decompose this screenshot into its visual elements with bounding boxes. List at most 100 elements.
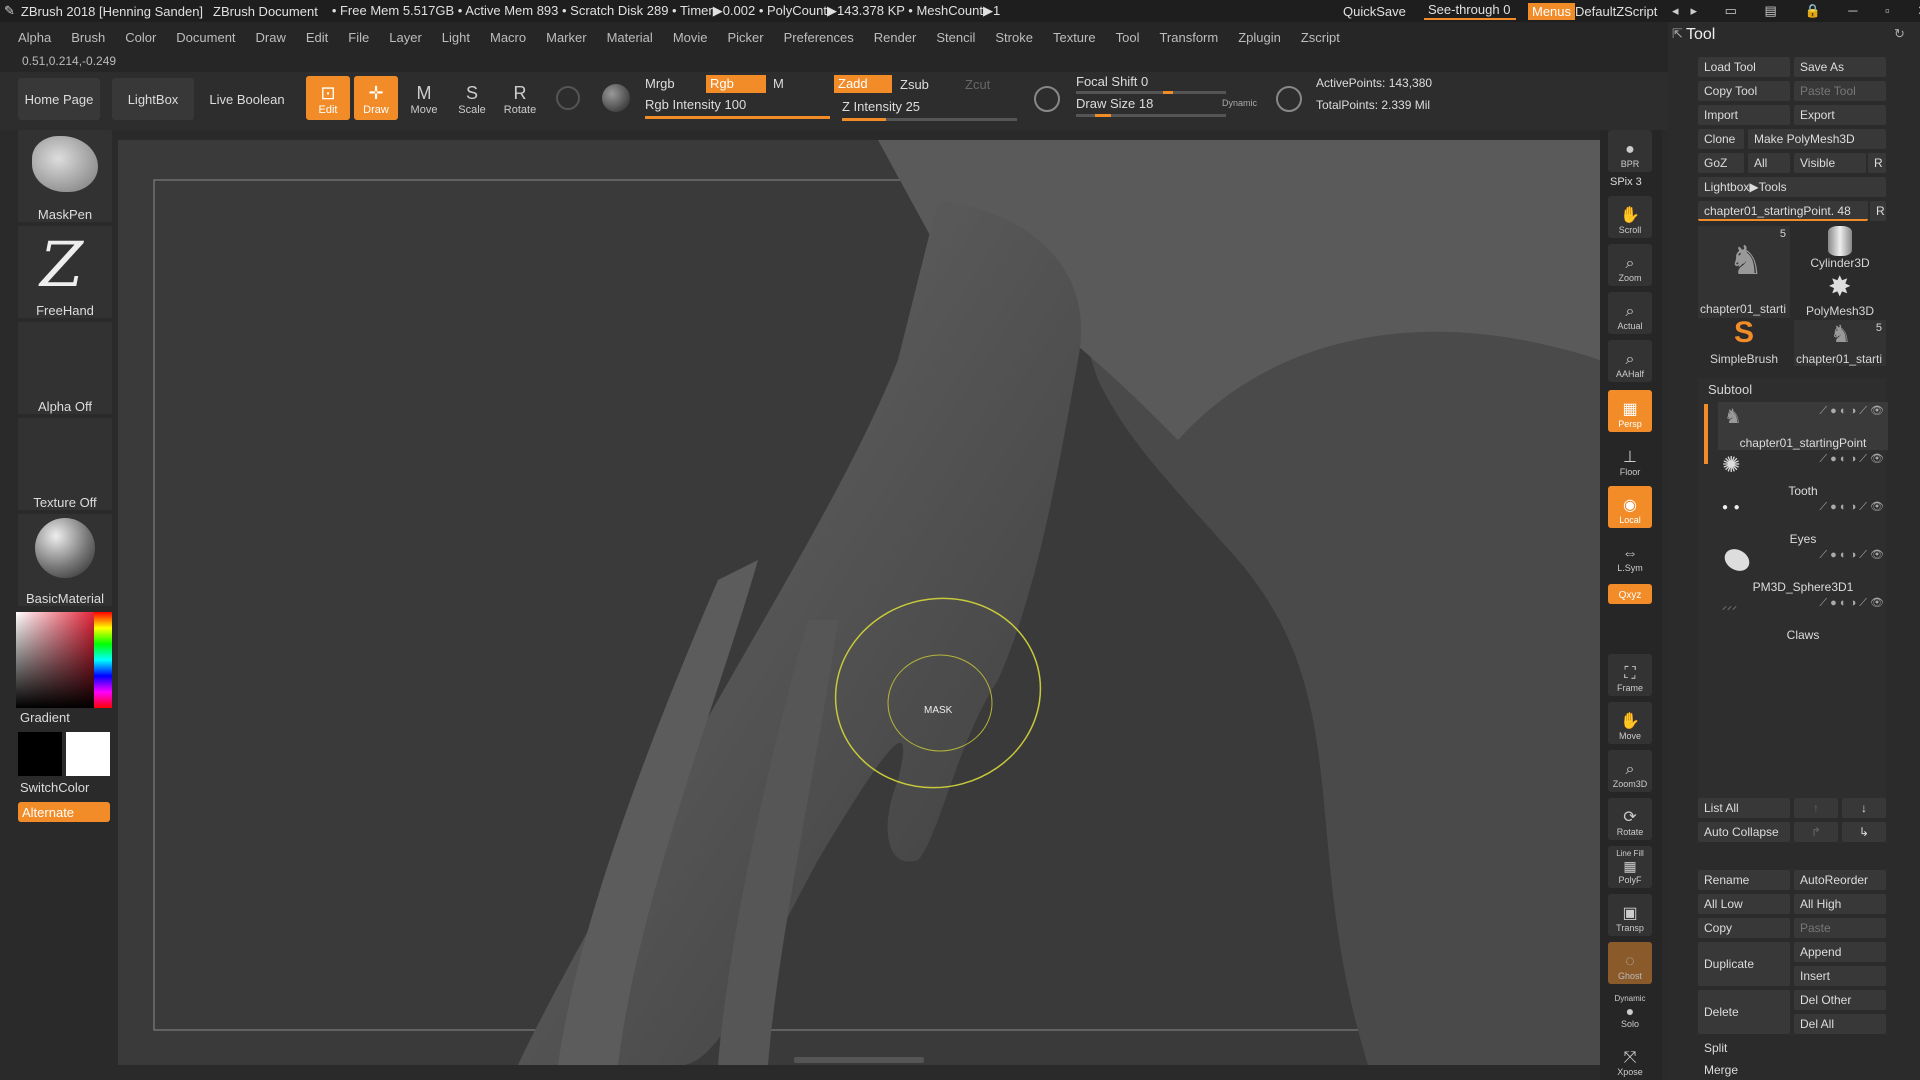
current-tool-slider[interactable]: chapter01_startingPoint. 48: [1698, 201, 1868, 221]
move-up-arrow-icon[interactable]: ↑: [1794, 798, 1838, 818]
menu-color[interactable]: Color: [115, 30, 166, 45]
subtool-toggles[interactable]: ⟋ ● ◐ ◑ ⟋ 👁: [1819, 500, 1884, 514]
rotate-view-button[interactable]: ⟳ Rotate: [1608, 798, 1652, 840]
tool-thumb-chapter01[interactable]: ♞ 5 chapter01_starti: [1698, 226, 1790, 318]
delete-button[interactable]: Delete: [1698, 990, 1790, 1034]
tool-palette-title[interactable]: Tool: [1686, 26, 1715, 44]
make-polymesh3d-button[interactable]: Make PolyMesh3D: [1748, 129, 1886, 149]
load-tool-button[interactable]: Load Tool: [1698, 57, 1790, 77]
subtool-item[interactable]: ● ● ⟋ ● ◐ ◑ ⟋ 👁 Eyes: [1718, 498, 1888, 546]
xyz-button[interactable]: Qxyz: [1608, 584, 1652, 604]
zcut-button[interactable]: Zcut: [965, 77, 990, 92]
export-button[interactable]: Export: [1794, 105, 1886, 125]
z-intensity-slider[interactable]: Z Intensity 25: [842, 99, 920, 114]
tool-thumb-cylinder3d[interactable]: Cylinder3D: [1794, 226, 1886, 270]
menu-layer[interactable]: Layer: [379, 30, 432, 45]
seethrough-slider[interactable]: See-through 0: [1424, 2, 1516, 20]
menu-material[interactable]: Material: [597, 30, 663, 45]
arrow-right-icon[interactable]: ↱: [1794, 822, 1838, 842]
transp-button[interactable]: ▣ Transp: [1608, 894, 1652, 936]
arrow-right-down-icon[interactable]: ↳: [1842, 822, 1886, 842]
subtool-toggles[interactable]: ⟋ ● ◐ ◑ ⟋ 👁: [1819, 548, 1884, 562]
split-button[interactable]: Split: [1698, 1038, 1886, 1058]
clone-button[interactable]: Clone: [1698, 129, 1744, 149]
menus-toggle[interactable]: Menus: [1528, 2, 1576, 20]
goz-visible-button[interactable]: Visible: [1794, 153, 1866, 173]
home-page-button[interactable]: Home Page: [18, 78, 100, 120]
draw-mode-button[interactable]: ✛ Draw: [354, 76, 398, 120]
menu-zplugin[interactable]: Zplugin: [1228, 30, 1291, 45]
material-sphere-icon[interactable]: [602, 84, 630, 112]
alpha-selector[interactable]: Alpha Off: [18, 322, 112, 414]
switchcolor-button[interactable]: SwitchColor: [20, 780, 89, 795]
menu-movie[interactable]: Movie: [663, 30, 718, 45]
move-mode-button[interactable]: M Move: [402, 76, 446, 120]
quicksave-button[interactable]: QuickSave: [1343, 4, 1406, 19]
del-other-button[interactable]: Del Other: [1794, 990, 1886, 1010]
menu-alpha[interactable]: Alpha: [0, 30, 61, 45]
menu-brush[interactable]: Brush: [61, 30, 115, 45]
focal-shift-track[interactable]: [1076, 91, 1226, 94]
canvas-viewport[interactable]: MASK: [118, 140, 1600, 1065]
default-zscript-button[interactable]: DefaultZScript: [1575, 4, 1657, 19]
del-all-button[interactable]: Del All: [1794, 1014, 1886, 1034]
subtool-item[interactable]: ⟋ ● ◐ ◑ ⟋ 👁 PM3D_Sphere3D1: [1718, 544, 1888, 594]
solo-button[interactable]: Dynamic ● Solo: [1608, 990, 1652, 1032]
tool-thumb-simplebrush[interactable]: S SimpleBrush: [1698, 316, 1790, 366]
all-low-button[interactable]: All Low: [1698, 894, 1790, 914]
move-view-button[interactable]: ✋ Move: [1608, 702, 1652, 744]
gradient-label[interactable]: Gradient: [20, 710, 70, 725]
aahalf-button[interactable]: ⌕ AAHalf: [1608, 340, 1652, 382]
lsym-button[interactable]: ⇔ L.Sym: [1608, 534, 1652, 576]
rgb-button[interactable]: Rgb: [706, 75, 766, 93]
sculpt-canvas[interactable]: MASK: [118, 140, 1600, 1065]
autoreorder-button[interactable]: AutoReorder: [1794, 870, 1886, 890]
sphere-toggle-icon[interactable]: [556, 86, 580, 110]
color-picker[interactable]: [16, 612, 112, 708]
zoom3d-button[interactable]: ⌕ Zoom3D: [1608, 750, 1652, 792]
palette-pin-icon[interactable]: ⇱: [1672, 26, 1683, 42]
alternate-button[interactable]: Alternate: [18, 802, 110, 822]
dynamic-toggle[interactable]: Dynamic: [1222, 98, 1257, 108]
menu-picker[interactable]: Picker: [718, 30, 774, 45]
local-button[interactable]: ◉ Local: [1608, 486, 1652, 528]
save-as-button[interactable]: Save As: [1794, 57, 1886, 77]
frame-button[interactable]: ⛶ Frame: [1608, 654, 1652, 696]
menu-render[interactable]: Render: [864, 30, 927, 45]
menu-light[interactable]: Light: [432, 30, 480, 45]
copy-tool-button[interactable]: Copy Tool: [1698, 81, 1790, 101]
subtool-toggles[interactable]: ⟋ ● ◐ ◑ ⟋ 👁: [1819, 404, 1884, 418]
scale-mode-button[interactable]: S Scale: [450, 76, 494, 120]
scroll-button[interactable]: ✋ Scroll: [1608, 196, 1652, 238]
rgb-intensity-slider[interactable]: Rgb Intensity 100: [645, 97, 746, 112]
menu-edit[interactable]: Edit: [296, 30, 338, 45]
append-button[interactable]: Append: [1794, 942, 1886, 962]
move-down-arrow-icon[interactable]: ↓: [1842, 798, 1886, 818]
menu-macro[interactable]: Macro: [480, 30, 536, 45]
mrgb-button[interactable]: Mrgb: [645, 76, 675, 91]
duplicate-button[interactable]: Duplicate: [1698, 942, 1790, 986]
current-tool-r-button[interactable]: R: [1870, 201, 1886, 221]
bottom-scroll-handle[interactable]: [794, 1057, 924, 1063]
rotate-mode-button[interactable]: R Rotate: [498, 76, 542, 120]
lightbox-button[interactable]: LightBox: [112, 78, 194, 120]
goz-r-button[interactable]: R: [1868, 153, 1886, 173]
tool-thumb-chapter01-b[interactable]: ♞ 5 chapter01_starti: [1794, 320, 1886, 366]
insert-button[interactable]: Insert: [1794, 966, 1886, 986]
draw-size-slider[interactable]: Draw Size 18: [1076, 96, 1153, 111]
xpose-button[interactable]: ⤧ Xpose: [1608, 1038, 1652, 1080]
merge-button[interactable]: Merge: [1698, 1060, 1886, 1080]
menu-marker[interactable]: Marker: [536, 30, 596, 45]
zadd-button[interactable]: Zadd: [834, 75, 892, 93]
menu-file[interactable]: File: [338, 30, 379, 45]
all-high-button[interactable]: All High: [1794, 894, 1886, 914]
paste-tool-button[interactable]: Paste Tool: [1794, 81, 1886, 101]
persp-button[interactable]: ▦ Persp: [1608, 390, 1652, 432]
auto-collapse-button[interactable]: Auto Collapse: [1698, 822, 1790, 842]
palette-refresh-icon[interactable]: ↻: [1894, 26, 1905, 42]
menu-preferences[interactable]: Preferences: [774, 30, 864, 45]
brush-selector[interactable]: MaskPen: [18, 130, 112, 222]
import-button[interactable]: Import: [1698, 105, 1790, 125]
actual-button[interactable]: ⌕ Actual: [1608, 292, 1652, 334]
subtool-item[interactable]: ⸝⸝⸝ ⟋ ● ◐ ◑ ⟋ 👁 Claws: [1718, 594, 1888, 642]
